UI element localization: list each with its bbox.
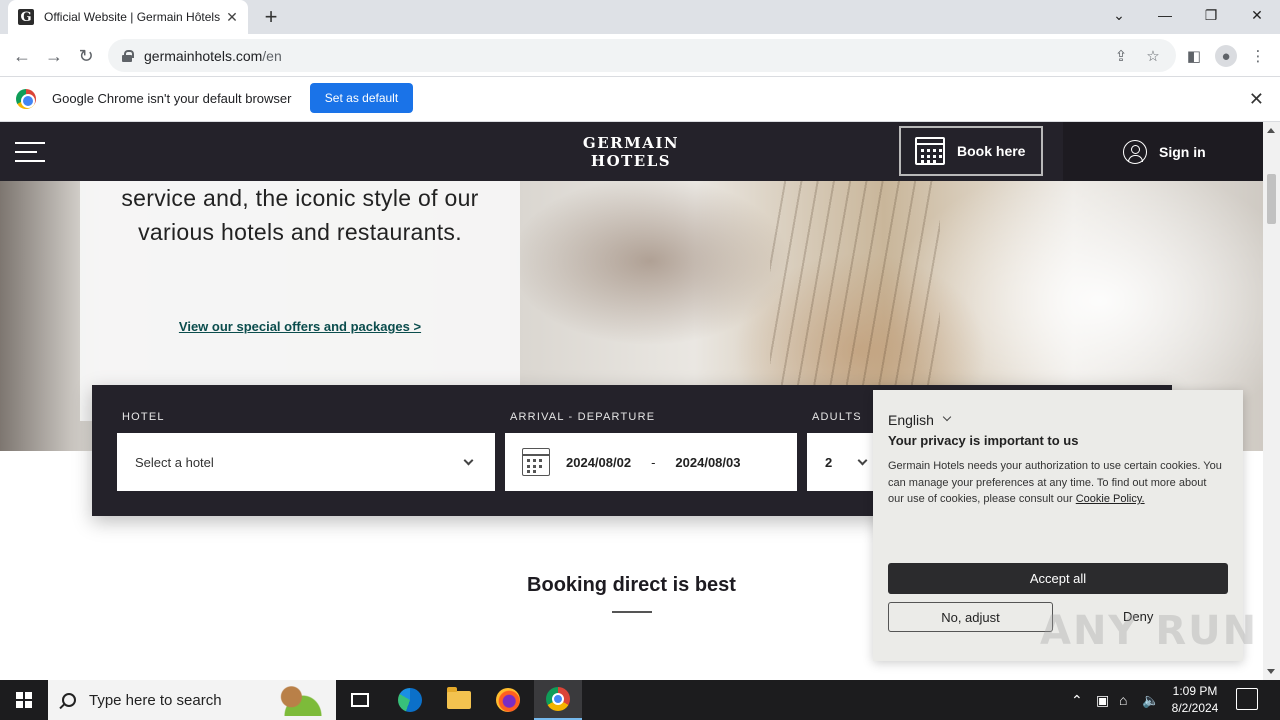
anyrun-watermark: ANY RUN	[1040, 608, 1259, 654]
search-icon	[62, 693, 76, 707]
taskbar-search-box[interactable]: Type here to search	[48, 680, 336, 720]
windows-taskbar: Type here to search ⌃ ▣ ⌂ 🔈 1:09 PM 8/2/…	[0, 680, 1280, 720]
site-favicon-icon: G	[18, 9, 34, 25]
volume-icon[interactable]: 🔈	[1142, 680, 1159, 720]
scroll-down-arrow-icon[interactable]	[1267, 669, 1275, 674]
user-icon	[1123, 139, 1147, 164]
lock-icon	[122, 49, 134, 62]
book-here-label: Book here	[957, 143, 1026, 159]
tab-close-icon[interactable]: ✕	[224, 9, 240, 25]
close-window-icon[interactable]: ✕	[1234, 0, 1280, 30]
hero-image-texture	[770, 181, 940, 391]
sign-in-label: Sign in	[1159, 143, 1206, 160]
chevron-down-icon	[463, 455, 474, 466]
tab-title: Official Website | Germain Hôtels	[44, 10, 220, 24]
windows-logo-icon	[16, 692, 32, 708]
departure-date: 2024/08/03	[675, 454, 741, 470]
hamburger-menu-icon[interactable]	[15, 142, 45, 162]
scroll-up-arrow-icon[interactable]	[1267, 128, 1275, 133]
chevron-down-icon	[942, 412, 952, 422]
cookie-body: Germain Hotels needs your authorization …	[888, 458, 1223, 508]
search-placeholder: Type here to search	[89, 691, 222, 709]
firefox-icon	[496, 688, 520, 712]
start-button[interactable]	[0, 680, 48, 720]
task-view-icon	[351, 693, 369, 707]
share-icon[interactable]: ⇪	[1112, 47, 1130, 65]
logo-line-1: GERMAIN	[582, 134, 680, 152]
restore-icon[interactable]: ❐	[1188, 0, 1234, 30]
browser-toolbar: ← → ↻ germainhotels.com/en ⇪ ☆ ◧ ● ⋮	[0, 34, 1280, 77]
chrome-taskbar-button[interactable]	[534, 680, 582, 720]
cookie-title: Your privacy is important to us	[888, 433, 1079, 448]
hero-text: service and, the iconic style of our var…	[121, 185, 479, 245]
clock-time: 1:09 PM	[1172, 684, 1218, 698]
set-as-default-button[interactable]: Set as default	[310, 83, 413, 113]
minimize-icon[interactable]: —	[1142, 0, 1188, 30]
language-select[interactable]: English	[888, 412, 952, 428]
reload-icon[interactable]: ↻	[72, 42, 100, 70]
no-adjust-button[interactable]: No, adjust	[888, 602, 1053, 632]
language-value: English	[888, 412, 934, 428]
scroll-thumb[interactable]	[1267, 174, 1276, 224]
hotel-select[interactable]: Select a hotel	[117, 433, 495, 491]
logo-line-2: HOTELS	[590, 152, 672, 170]
tray-device-icon[interactable]: ▣	[1096, 680, 1109, 720]
address-bar[interactable]: germainhotels.com/en ⇪ ☆	[108, 39, 1176, 72]
calendar-icon	[915, 137, 945, 165]
infobar-message: Google Chrome isn't your default browser	[52, 91, 292, 106]
bookmark-star-icon[interactable]: ☆	[1144, 47, 1162, 65]
browser-tab[interactable]: G Official Website | Germain Hôtels ✕	[8, 0, 248, 34]
page-viewport: service and, the iconic style of our var…	[0, 122, 1263, 680]
date-separator: -	[651, 454, 656, 470]
tab-search-chevron-icon[interactable]: ⌄	[1096, 0, 1142, 30]
clock-date: 8/2/2024	[1171, 701, 1219, 715]
hotel-select-value: Select a hotel	[135, 454, 214, 470]
menu-dots-icon[interactable]: ⋮	[1247, 45, 1269, 67]
cookie-policy-link[interactable]: Cookie Policy.	[1076, 493, 1145, 505]
network-icon[interactable]: ⌂	[1119, 680, 1127, 720]
page-scrollbar[interactable]	[1263, 122, 1280, 680]
search-highlight-image	[274, 684, 332, 716]
back-icon[interactable]: ←	[8, 42, 36, 70]
firefox-taskbar-button[interactable]	[484, 680, 532, 720]
edge-taskbar-button[interactable]	[386, 680, 434, 720]
tab-strip: G Official Website | Germain Hôtels ✕ + …	[0, 0, 1280, 34]
folder-icon	[447, 687, 471, 709]
title-divider	[612, 611, 652, 613]
default-browser-infobar: Google Chrome isn't your default browser…	[0, 77, 1280, 122]
task-view-button[interactable]	[336, 680, 384, 720]
special-offers-link[interactable]: View our special offers and packages >	[80, 319, 520, 334]
accept-all-button[interactable]: Accept all	[888, 563, 1228, 594]
profile-avatar-icon[interactable]: ●	[1215, 45, 1237, 67]
germain-hotels-logo[interactable]: GERMAIN HOTELS	[571, 134, 691, 170]
edge-icon	[398, 688, 422, 712]
date-range-picker[interactable]: 2024/08/02 - 2024/08/03	[505, 433, 797, 491]
site-header: GERMAIN HOTELS Book here Sign in	[0, 122, 1263, 181]
hotel-label: HOTEL	[122, 411, 165, 423]
chrome-icon	[546, 687, 570, 711]
chrome-logo-icon	[16, 89, 36, 109]
arrival-date: 2024/08/02	[566, 454, 632, 470]
chevron-down-icon	[857, 455, 868, 466]
tray-chevron-icon[interactable]: ⌃	[1071, 680, 1083, 720]
book-here-button[interactable]: Book here	[899, 126, 1043, 176]
taskbar-clock[interactable]: 1:09 PM 8/2/2024	[1160, 683, 1230, 717]
adults-value: 2	[825, 454, 833, 470]
infobar-close-icon[interactable]: ✕	[1249, 89, 1264, 110]
new-tab-icon[interactable]: +	[258, 4, 284, 30]
adults-label: ADULTS	[812, 411, 862, 423]
side-panel-icon[interactable]: ◧	[1183, 45, 1205, 67]
cookie-body-text: Germain Hotels needs your authorization …	[888, 460, 1222, 505]
calendar-icon	[522, 448, 550, 476]
forward-icon[interactable]: →	[40, 42, 68, 70]
url-path: /en	[262, 47, 282, 64]
file-explorer-taskbar-button[interactable]	[435, 680, 483, 720]
sign-in-button[interactable]: Sign in	[1063, 122, 1263, 181]
dates-label: ARRIVAL - DEPARTURE	[510, 411, 656, 423]
notification-icon[interactable]	[1236, 688, 1258, 710]
url-host: germainhotels.com	[144, 47, 263, 64]
